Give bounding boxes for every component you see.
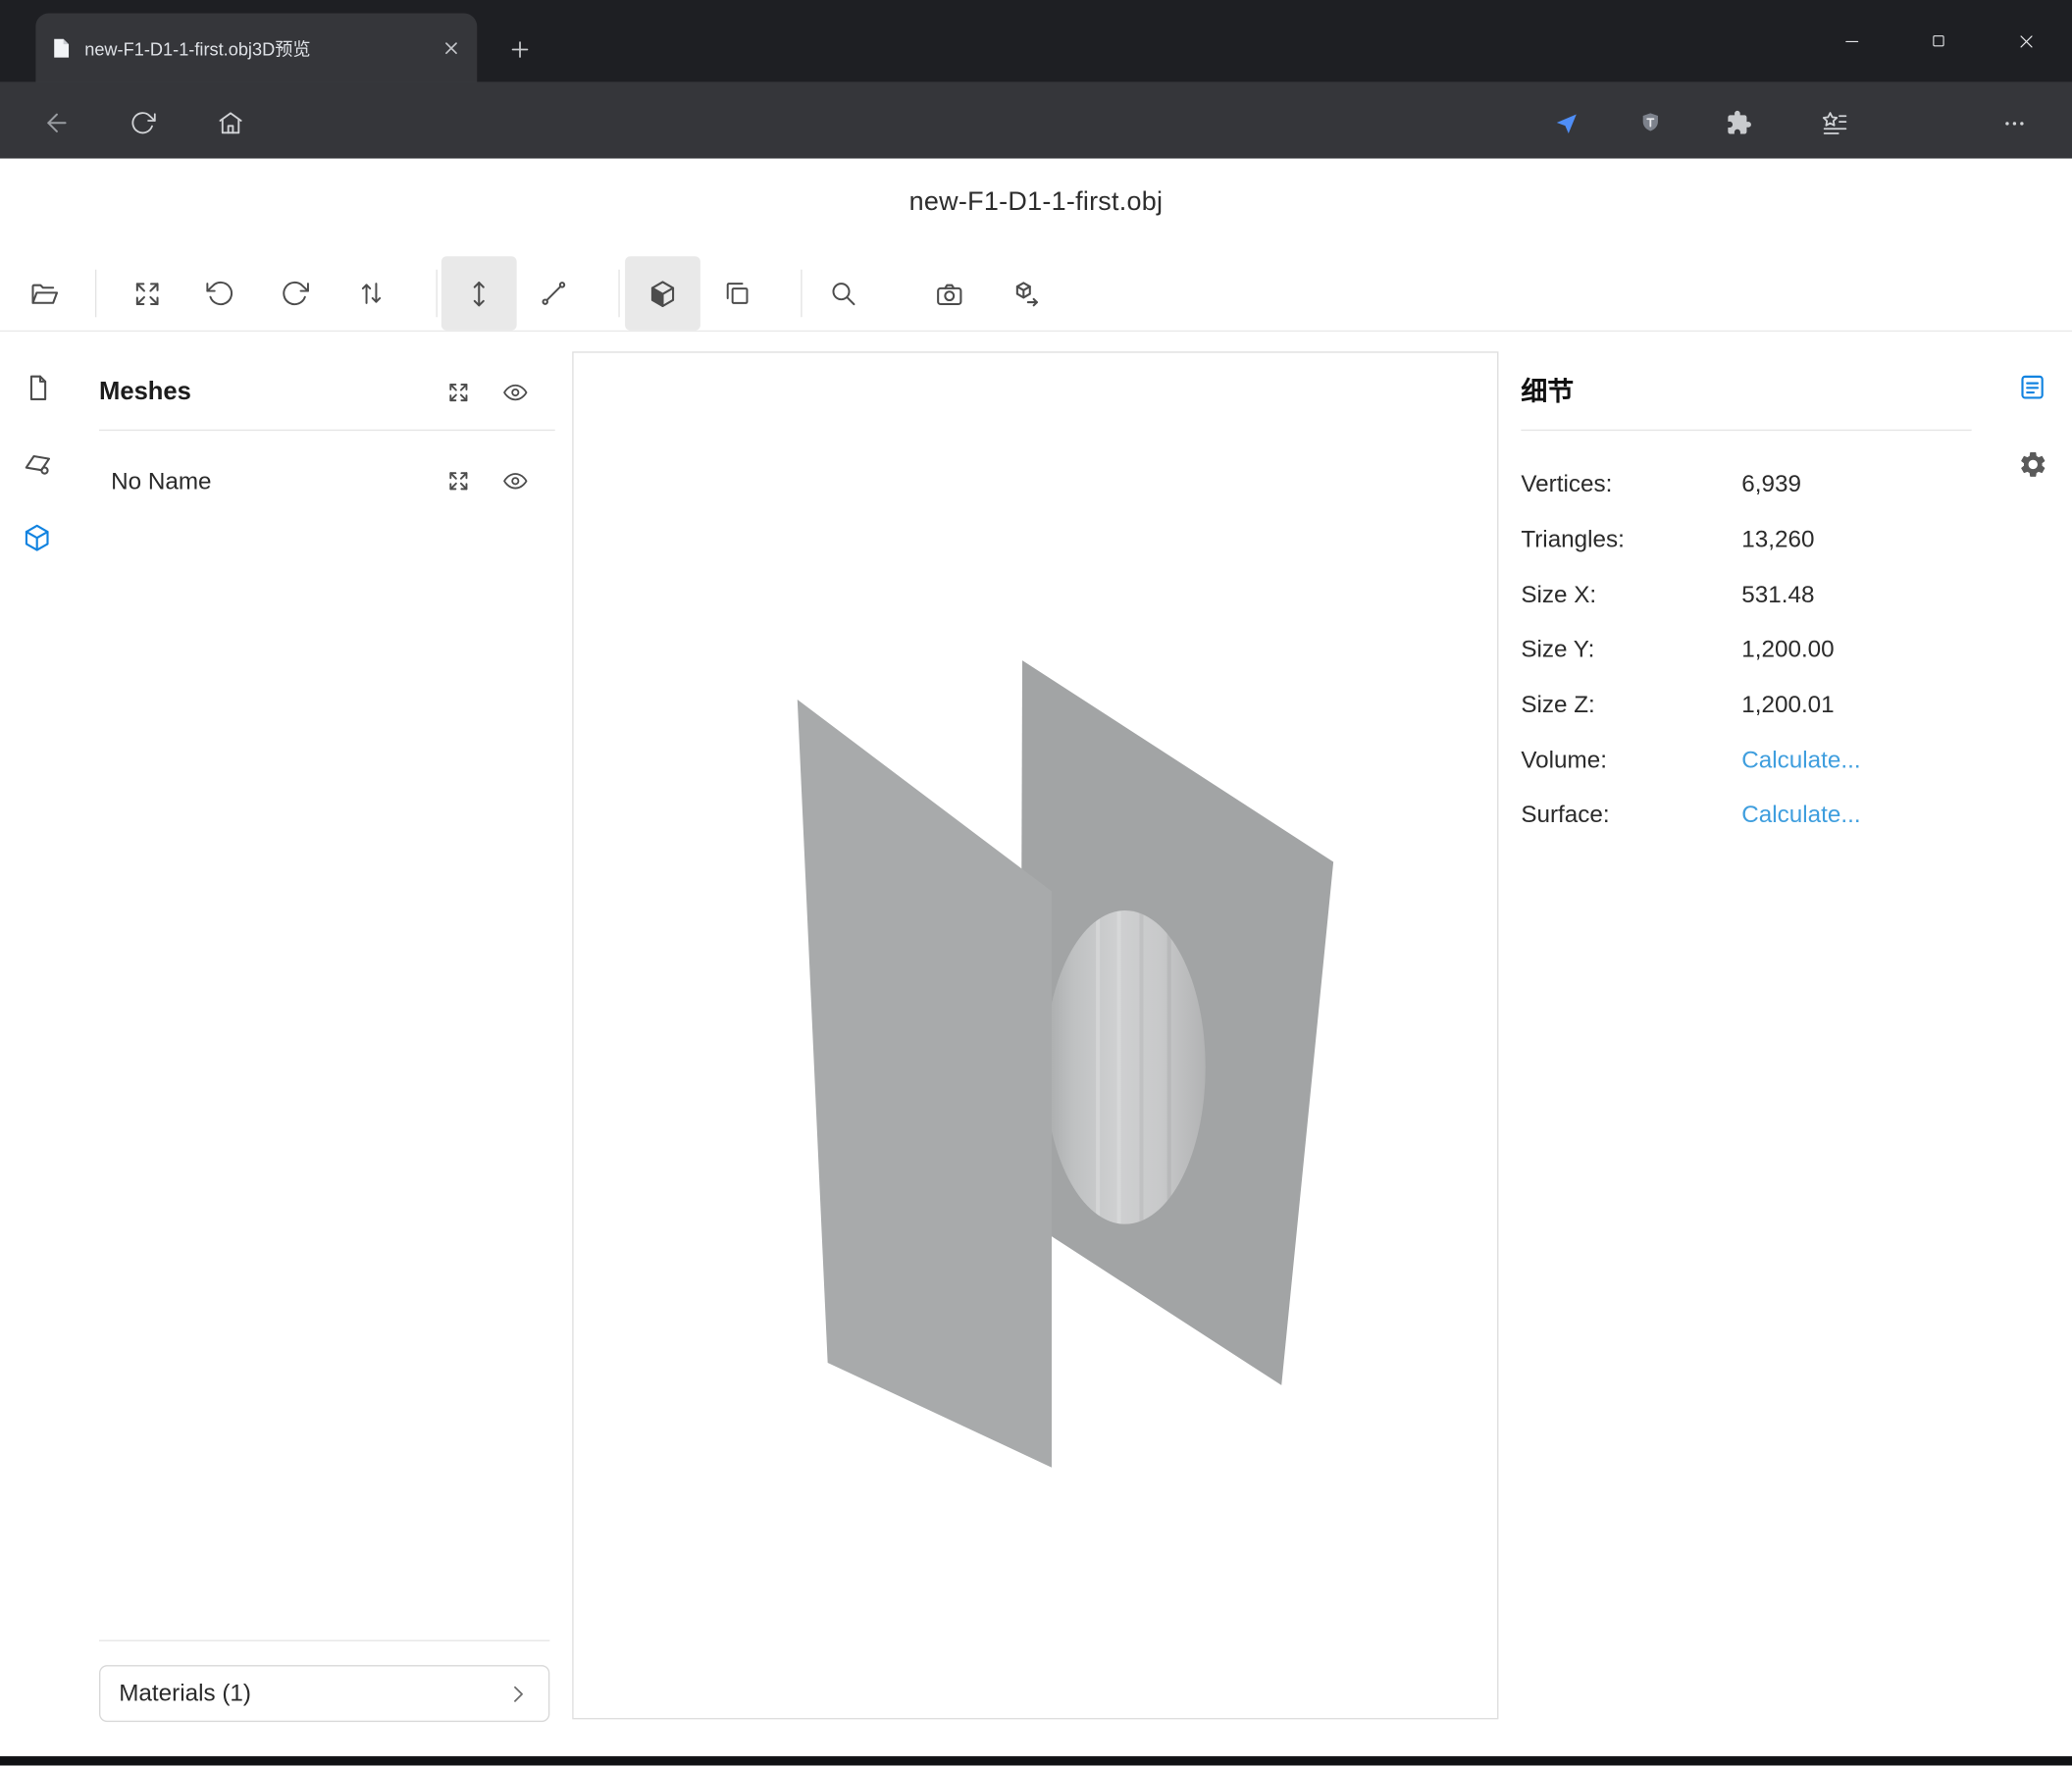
page-title: new-F1-D1-1-first.obj [0, 187, 2072, 218]
detail-label: Surface: [1521, 802, 1609, 829]
materials-button[interactable]: Materials (1) [99, 1665, 549, 1722]
detail-label: Triangles: [1521, 526, 1625, 553]
extensions-puzzle-icon[interactable] [1721, 104, 1758, 141]
meshes-header: Meshes [99, 377, 191, 408]
shaded-view-icon[interactable] [624, 256, 699, 330]
viewer-page: new-F1-D1-1-first.obj [0, 159, 2072, 1766]
details-row: Size Y: 1,200.00 [1521, 622, 1971, 677]
ortho-view-icon[interactable] [708, 256, 766, 330]
toolbar-separator [618, 270, 619, 317]
browser-tab[interactable]: new-F1-D1-1-first.obj3D预览 [35, 13, 477, 81]
focus-mesh-icon[interactable] [442, 465, 474, 496]
back-icon[interactable] [38, 104, 76, 141]
detail-value: 6,939 [1741, 471, 1801, 498]
close-window-button[interactable] [1982, 0, 2069, 82]
details-panel-icon[interactable] [2010, 365, 2055, 410]
tab-close-icon[interactable] [441, 37, 461, 57]
details-row: Size Z: 1,200.01 [1521, 678, 1971, 733]
toolbar-separator [801, 270, 802, 317]
detail-value: 1,200.00 [1741, 636, 1834, 663]
materials-divider [99, 1640, 549, 1641]
fit-view-icon[interactable] [118, 256, 176, 330]
nav-bar: https://file.kkview.cn/onlinePreview?url… [0, 82, 2072, 159]
scene-file-icon[interactable] [18, 367, 57, 406]
detail-label: Size Z: [1521, 692, 1594, 719]
new-tab-button[interactable] [499, 29, 539, 69]
home-icon[interactable] [212, 104, 249, 141]
mesh-item-label[interactable]: No Name [111, 465, 211, 496]
screenshot-camera-icon[interactable] [919, 256, 977, 330]
minimize-button[interactable] [1808, 0, 1895, 82]
model-viewport[interactable] [572, 351, 1498, 1719]
translate-extension-icon[interactable] [1547, 104, 1584, 141]
calculate-surface-link[interactable]: Calculate... [1741, 802, 1860, 829]
details-row: Volume: Calculate... [1521, 733, 1971, 788]
flip-vertical-icon[interactable] [342, 256, 400, 330]
magnifier-icon[interactable] [814, 256, 872, 330]
visibility-mesh-icon[interactable] [499, 465, 531, 496]
export-model-icon[interactable] [997, 256, 1055, 330]
page-favicon [52, 36, 72, 59]
details-row: Size X: 531.48 [1521, 567, 1971, 622]
open-model-icon[interactable] [15, 256, 73, 330]
meshes-divider [99, 430, 555, 431]
detail-label: Size Y: [1521, 636, 1594, 663]
shield-extension-icon[interactable] [1632, 104, 1669, 141]
tab-bar: new-F1-D1-1-first.obj3D预览 [0, 0, 2072, 82]
chevron-right-icon [506, 1682, 530, 1705]
visibility-all-icon[interactable] [499, 377, 531, 408]
details-row: Vertices: 6,939 [1521, 457, 1971, 512]
details-row: Surface: Calculate... [1521, 788, 1971, 843]
model-cube-icon[interactable] [18, 518, 57, 557]
toolbar-separator [436, 270, 437, 317]
browser-window: new-F1-D1-1-first.obj3D预览 [0, 0, 2072, 1766]
materials-button-label: Materials (1) [119, 1680, 251, 1707]
move-vertical-tool-icon[interactable] [440, 256, 516, 330]
detail-label: Volume: [1521, 747, 1607, 774]
settings-gear-icon[interactable] [2010, 442, 2055, 487]
detail-label: Vertices: [1521, 471, 1612, 498]
focus-all-icon[interactable] [442, 377, 474, 408]
detail-value: 1,200.01 [1741, 692, 1834, 719]
rotate-ccw-icon[interactable] [191, 256, 249, 330]
draw-line-tool-icon[interactable] [525, 256, 583, 330]
calculate-volume-link[interactable]: Calculate... [1741, 747, 1860, 774]
window-bottom-edge [0, 1757, 2072, 1766]
rotate-cw-icon[interactable] [266, 256, 324, 330]
details-row: Triangles: 13,260 [1521, 512, 1971, 567]
detail-value: 531.48 [1741, 581, 1814, 608]
viewer-toolbar [0, 256, 2072, 332]
maximize-button[interactable] [1895, 0, 1983, 82]
tab-title: new-F1-D1-1-first.obj3D预览 [84, 34, 428, 61]
refresh-icon[interactable] [125, 104, 162, 141]
details-divider [1521, 430, 1971, 431]
model-render [574, 353, 1498, 1718]
details-header: 细节 [1521, 374, 1574, 411]
more-menu-icon[interactable] [1995, 104, 2033, 141]
detail-value: 13,260 [1741, 526, 1814, 553]
window-controls [1808, 0, 2070, 82]
details-rows: Vertices: 6,939 Triangles: 13,260 Size X… [1521, 457, 1971, 843]
materials-icon[interactable] [18, 442, 57, 482]
toolbar-separator [95, 270, 96, 317]
favorites-hub-icon[interactable] [1816, 104, 1853, 141]
detail-label: Size X: [1521, 581, 1596, 608]
